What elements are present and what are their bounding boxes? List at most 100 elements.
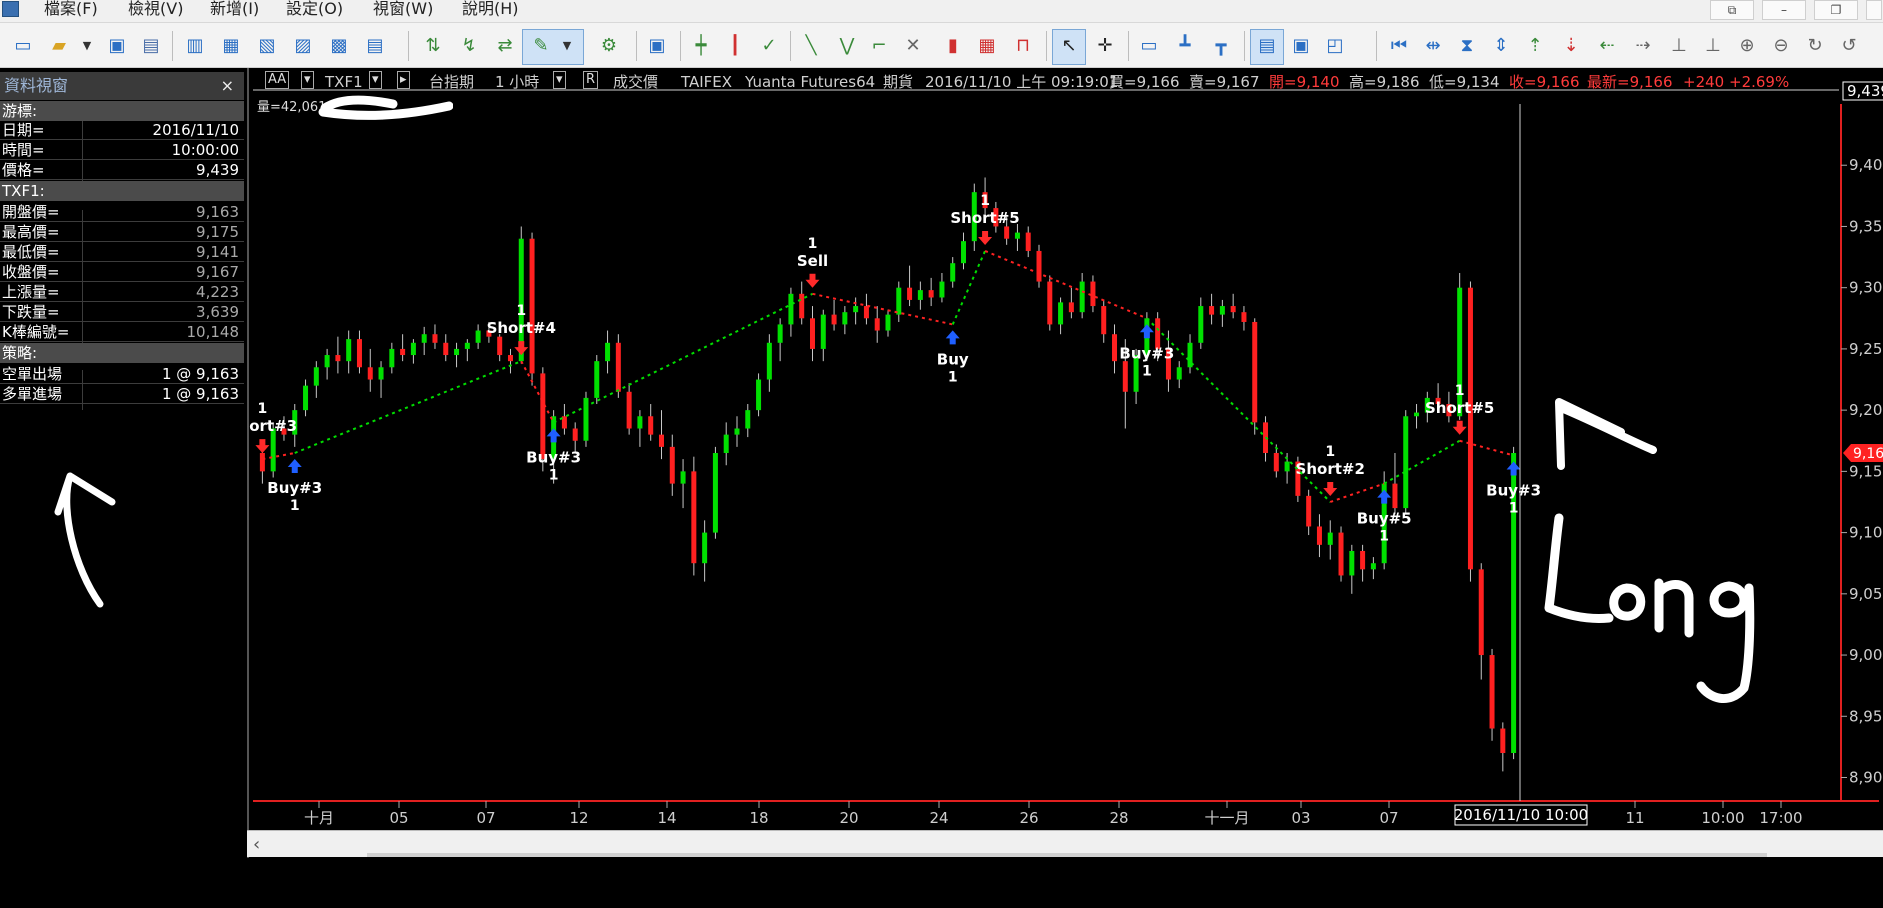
move-left-icon[interactable]: ⇠ bbox=[1594, 33, 1620, 59]
row-value: 9,167 bbox=[196, 263, 239, 281]
menu-bar: 檔案(F) 檢視(V) 新增(I) 設定(O) 視窗(W) 說明(H) ⧉ – … bbox=[0, 0, 1883, 23]
candle-body bbox=[443, 342, 449, 356]
select-cursor-icon[interactable]: ↖ bbox=[1056, 33, 1082, 59]
strategy-icon[interactable]: ↯ bbox=[456, 33, 482, 59]
window-restore-icon[interactable]: ❐ bbox=[1814, 0, 1858, 20]
candle-body bbox=[1230, 306, 1236, 313]
zoom-window-icon[interactable]: ◰ bbox=[1322, 33, 1348, 59]
chart-window[interactable]: 9,400 9,350 9,300 9,250 9,200 9,150 9,100 9,050… bbox=[247, 68, 1883, 858]
candle-body bbox=[691, 471, 697, 564]
position-path bbox=[553, 292, 813, 424]
symbol-dropdown-icon[interactable]: ▾ bbox=[369, 71, 382, 89]
crosshair-icon[interactable]: ✛ bbox=[1092, 33, 1118, 59]
buy-entry-arrow bbox=[945, 330, 960, 345]
menu-file[interactable]: 檔案(F) bbox=[44, 0, 98, 18]
scroll-both-icon[interactable]: ⇹ bbox=[1420, 33, 1446, 59]
refresh-icon[interactable]: ↻ bbox=[1802, 33, 1828, 59]
quote-page-icon[interactable]: ▥ bbox=[182, 33, 208, 59]
kagi-icon[interactable]: ⊓ bbox=[1010, 33, 1036, 59]
app-icon[interactable] bbox=[2, 1, 19, 17]
save-as-icon[interactable]: ▤ bbox=[138, 33, 164, 59]
compress-icon[interactable]: ⧗ bbox=[1454, 33, 1480, 59]
scroll-left-icon[interactable]: ‹ bbox=[253, 834, 260, 855]
zoom-out-icon[interactable]: ⊖ bbox=[1768, 33, 1794, 59]
optimize-icon[interactable]: ⚙ bbox=[596, 33, 622, 59]
data-window-icon[interactable]: ▤ bbox=[1254, 33, 1280, 59]
y-tick-label: 9,350 bbox=[1849, 217, 1883, 235]
line-chart-icon[interactable]: ✓ bbox=[756, 33, 782, 59]
candle-body bbox=[723, 434, 729, 453]
point-figure-icon[interactable]: ✕ bbox=[900, 33, 926, 59]
comment-icon[interactable]: ▭ bbox=[1136, 33, 1162, 59]
ohlc-bar-icon[interactable]: ┿ bbox=[688, 33, 714, 59]
paintbar-icon[interactable]: ⇄ bbox=[492, 33, 518, 59]
zigzag-icon[interactable]: ⋁ bbox=[834, 33, 860, 59]
period-dropdown-icon[interactable]: ▾ bbox=[553, 71, 566, 89]
window-minimize-icon[interactable]: – bbox=[1762, 0, 1806, 20]
scroll-start-icon[interactable]: ⏮ bbox=[1386, 33, 1412, 59]
last-price-text: 9,16 bbox=[1853, 446, 1883, 462]
candlestick-icon[interactable]: ┃ bbox=[722, 33, 748, 59]
trade-label: Short#2 bbox=[1296, 460, 1365, 478]
menu-settings[interactable]: 設定(O) bbox=[286, 0, 343, 18]
candle-body bbox=[1241, 312, 1247, 322]
candle-body bbox=[658, 434, 664, 447]
horizontal-scrollbar[interactable]: ‹ bbox=[247, 830, 1883, 857]
open-folder-icon[interactable]: ▰ bbox=[46, 33, 72, 59]
shift-left-icon[interactable]: ⊥ bbox=[1666, 33, 1692, 59]
drawing-dropdown-icon[interactable]: ▼ bbox=[554, 33, 580, 59]
menu-view[interactable]: 檢視(V) bbox=[128, 0, 183, 18]
font-size-button[interactable]: AA bbox=[265, 71, 290, 89]
image-export-icon[interactable]: ▣ bbox=[1288, 33, 1314, 59]
indicator-icon[interactable]: ⇅ bbox=[420, 33, 446, 59]
index-name: 台指期 bbox=[429, 73, 475, 91]
candle-body bbox=[410, 342, 416, 356]
drawing-tool-icon[interactable]: ✎ bbox=[528, 33, 554, 59]
step-line-icon[interactable]: ⌐ bbox=[866, 33, 892, 59]
x-tick-label: 26 bbox=[1019, 809, 1038, 827]
scrollbar-thumb[interactable] bbox=[367, 853, 1767, 857]
menu-insert[interactable]: 新增(I) bbox=[210, 0, 259, 18]
renko-icon[interactable]: ▦ bbox=[974, 33, 1000, 59]
expand-vertical-icon[interactable]: ⇕ bbox=[1488, 33, 1514, 59]
order-page-icon[interactable]: ▨ bbox=[290, 33, 316, 59]
move-right-icon[interactable]: ⇢ bbox=[1630, 33, 1656, 59]
scanner-page-icon[interactable]: ▤ bbox=[362, 33, 388, 59]
shift-right-icon[interactable]: ⊥ bbox=[1700, 33, 1726, 59]
volume-bars-icon[interactable]: ▮ bbox=[940, 33, 966, 59]
move-up-icon[interactable]: ⇡ bbox=[1522, 33, 1548, 59]
window-popout-icon[interactable]: ⧉ bbox=[1710, 0, 1754, 20]
trade-label: Short#5 bbox=[950, 209, 1019, 227]
trendline-icon[interactable]: ╲ bbox=[798, 33, 824, 59]
new-window-icon[interactable]: ▭ bbox=[10, 33, 36, 59]
chart-page-icon[interactable]: ▦ bbox=[218, 33, 244, 59]
candle-body bbox=[1478, 569, 1484, 656]
candle-body bbox=[464, 342, 470, 349]
row-label: 最高價= bbox=[2, 223, 60, 241]
index-menu-icon[interactable]: ▸ bbox=[397, 71, 410, 89]
text-anchor-icon[interactable]: ┻ bbox=[1172, 33, 1198, 59]
price-type-button[interactable]: R bbox=[583, 71, 599, 89]
row-value: 10,148 bbox=[186, 323, 240, 341]
reload-icon[interactable]: ↺ bbox=[1836, 33, 1862, 59]
sell-exit-arrow bbox=[1452, 420, 1467, 435]
sell-exit-arrow bbox=[805, 273, 820, 288]
zoom-in-icon[interactable]: ⊕ bbox=[1734, 33, 1760, 59]
window-close-icon[interactable] bbox=[1866, 0, 1882, 20]
report-page-icon[interactable]: ▩ bbox=[326, 33, 352, 59]
row-label: 時間= bbox=[2, 141, 45, 159]
move-down-icon[interactable]: ⇣ bbox=[1558, 33, 1584, 59]
font-dropdown-icon[interactable]: ▾ bbox=[301, 71, 314, 89]
marker-icon[interactable]: ┳ bbox=[1208, 33, 1234, 59]
menu-window[interactable]: 視窗(W) bbox=[373, 0, 433, 18]
menu-help[interactable]: 說明(H) bbox=[462, 0, 519, 18]
price-chart[interactable]: 9,400 9,350 9,300 9,250 9,200 9,150 9,100 9,050… bbox=[249, 68, 1883, 830]
tick-page-icon[interactable]: ▧ bbox=[254, 33, 280, 59]
data-window-close-icon[interactable]: × bbox=[221, 72, 234, 100]
format-window-icon[interactable]: ▣ bbox=[644, 33, 670, 59]
data-row-low: 最低價= 9,141 bbox=[0, 242, 244, 262]
save-icon[interactable]: ▣ bbox=[104, 33, 130, 59]
toolbar-separator bbox=[1376, 31, 1377, 61]
row-value: 4,223 bbox=[196, 283, 239, 301]
open-dropdown-icon[interactable]: ▼ bbox=[74, 33, 100, 59]
